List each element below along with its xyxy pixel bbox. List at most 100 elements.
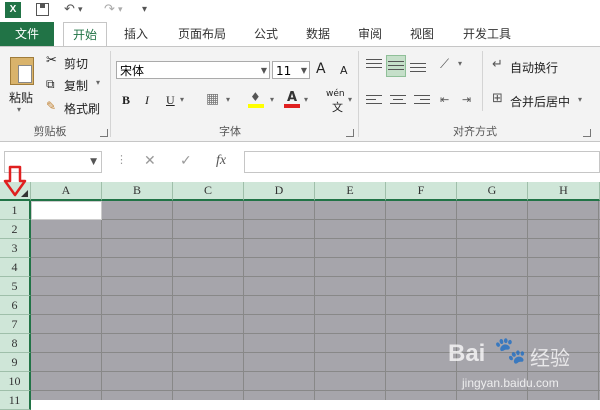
fill-color-dropdown-icon[interactable]: ▾: [270, 95, 274, 104]
align-left-icon[interactable]: [366, 95, 382, 109]
redo-icon[interactable]: ↷: [104, 2, 115, 18]
tab-data[interactable]: 数据: [300, 22, 336, 46]
tab-file[interactable]: 文件: [0, 22, 54, 46]
tab-review[interactable]: 审阅: [352, 22, 388, 46]
active-cell-a1[interactable]: [31, 201, 102, 220]
orientation-icon[interactable]: ⟋: [440, 57, 449, 72]
increase-font-size-button[interactable]: A: [316, 61, 326, 77]
tab-page-layout[interactable]: 页面布局: [170, 22, 234, 46]
watermark-brand-suffix: 经验: [530, 346, 570, 370]
save-icon[interactable]: [36, 3, 49, 16]
cut-button[interactable]: 剪切: [64, 55, 88, 72]
row-header-4[interactable]: 4: [0, 258, 31, 277]
paste-button[interactable]: 粘贴: [9, 89, 33, 106]
phonetic-char-icon: 文: [332, 101, 343, 114]
column-header-b[interactable]: B: [102, 182, 173, 201]
baidu-watermark: Bai 🐾 经验 jingyan.baidu.com: [448, 330, 598, 400]
undo-dropdown-icon[interactable]: ▾: [78, 2, 83, 18]
phonetic-dropdown-icon[interactable]: ▾: [348, 95, 352, 104]
font-color-dropdown-icon[interactable]: ▾: [304, 95, 308, 104]
font-group-label: 字体: [219, 125, 241, 138]
group-divider: [110, 51, 111, 137]
customize-qat-icon[interactable]: ▾: [142, 2, 147, 18]
underline-button[interactable]: U: [166, 93, 175, 108]
row-header-8[interactable]: 8: [0, 334, 31, 353]
alignment-group-label: 对齐方式: [453, 125, 497, 138]
align-center-icon[interactable]: [390, 95, 406, 109]
column-header-e[interactable]: E: [315, 182, 386, 201]
bold-button[interactable]: B: [122, 93, 130, 108]
bottom-align-icon[interactable]: [410, 63, 426, 77]
orientation-dropdown-icon[interactable]: ▾: [458, 59, 462, 68]
clipboard-launcher-icon[interactable]: [100, 129, 108, 137]
row-header-2[interactable]: 2: [0, 220, 31, 239]
scissors-icon: ✂: [46, 53, 57, 68]
tab-view[interactable]: 视图: [404, 22, 440, 46]
copy-icon: ⧉: [46, 77, 55, 91]
tab-home[interactable]: 开始: [63, 22, 107, 46]
enter-icon[interactable]: ✓: [180, 153, 192, 169]
row-header-9[interactable]: 9: [0, 353, 31, 372]
column-header-d[interactable]: D: [244, 182, 315, 201]
increase-indent-icon[interactable]: ⇥: [462, 93, 471, 106]
align-right-icon[interactable]: [414, 95, 430, 109]
insert-function-icon[interactable]: fx: [216, 153, 226, 169]
tab-formulas[interactable]: 公式: [248, 22, 284, 46]
font-name-select[interactable]: 宋体 ▼: [116, 61, 270, 79]
row-header-1[interactable]: 1: [0, 201, 31, 220]
row-header-11[interactable]: 11: [0, 391, 31, 410]
font-launcher-icon[interactable]: [346, 129, 354, 137]
decrease-indent-icon[interactable]: ⇤: [440, 93, 449, 106]
row-header-7[interactable]: 7: [0, 315, 31, 334]
excel-logo-icon: X: [5, 2, 21, 18]
red-arrow-icon: [3, 165, 27, 197]
top-align-icon[interactable]: [366, 59, 382, 73]
borders-dropdown-icon[interactable]: ▾: [226, 95, 230, 104]
row-header-6[interactable]: 6: [0, 296, 31, 315]
merge-center-icon: ⊞: [492, 91, 503, 106]
column-header-c[interactable]: C: [173, 182, 244, 201]
wrap-text-icon: ↵: [492, 57, 503, 72]
ribbon: 粘贴 ▾ ✂ 剪切 ⧉ 复制 ▾ ✎ 格式刷 剪贴板 宋体 ▼ 11 ▼ A A B…: [0, 46, 600, 142]
row-header-10[interactable]: 10: [0, 372, 31, 391]
tab-insert[interactable]: 插入: [116, 22, 156, 46]
ribbon-tabs: 文件 开始 插入 页面布局 公式 数据 审阅 视图 开发工具: [0, 22, 600, 46]
copy-button[interactable]: 复制: [64, 77, 88, 94]
merge-dropdown-icon[interactable]: ▾: [578, 95, 582, 104]
more-options-icon: ⋮: [116, 153, 127, 166]
column-header-a[interactable]: A: [31, 182, 102, 201]
column-header-f[interactable]: F: [386, 182, 457, 201]
group-divider: [358, 51, 359, 137]
paste-sheet-icon: [18, 65, 32, 83]
paste-dropdown-icon[interactable]: ▾: [17, 105, 21, 114]
row-header-3[interactable]: 3: [0, 239, 31, 258]
cancel-icon[interactable]: ✕: [144, 153, 156, 169]
tab-developer[interactable]: 开发工具: [456, 22, 518, 46]
phonetic-guide-button[interactable]: wén: [326, 89, 345, 99]
merge-center-button[interactable]: 合并后居中: [510, 93, 570, 110]
row-header-5[interactable]: 5: [0, 277, 31, 296]
borders-icon[interactable]: ▦: [206, 91, 219, 107]
column-header-g[interactable]: G: [457, 182, 528, 201]
alignment-launcher-icon[interactable]: [583, 129, 591, 137]
decrease-font-size-button[interactable]: A: [340, 64, 348, 77]
copy-dropdown-icon[interactable]: ▾: [96, 78, 100, 87]
fill-color-icon[interactable]: ♦: [248, 90, 264, 108]
font-color-icon[interactable]: A: [284, 90, 300, 108]
quick-access-toolbar: X ↶ ▾ ↷ ▾ ▾: [0, 0, 600, 20]
clipboard-group-label: 剪贴板: [33, 125, 67, 138]
undo-icon[interactable]: ↶: [64, 2, 75, 18]
formula-area: ▼ ⋮ ✕ ✓ fx: [0, 142, 600, 182]
underline-dropdown-icon[interactable]: ▾: [180, 95, 184, 104]
group-divider: [482, 51, 483, 111]
column-header-h[interactable]: H: [528, 182, 600, 201]
redo-dropdown-icon[interactable]: ▾: [118, 2, 123, 18]
watermark-brand: Bai: [448, 340, 486, 367]
middle-align-button[interactable]: [386, 55, 406, 77]
italic-button[interactable]: I: [145, 93, 149, 108]
font-size-select[interactable]: 11 ▼: [272, 61, 310, 79]
wrap-text-button[interactable]: 自动换行: [510, 59, 558, 76]
watermark-url: jingyan.baidu.com: [462, 376, 559, 390]
format-painter-button[interactable]: 格式刷: [64, 100, 100, 117]
formula-input[interactable]: [244, 151, 600, 173]
